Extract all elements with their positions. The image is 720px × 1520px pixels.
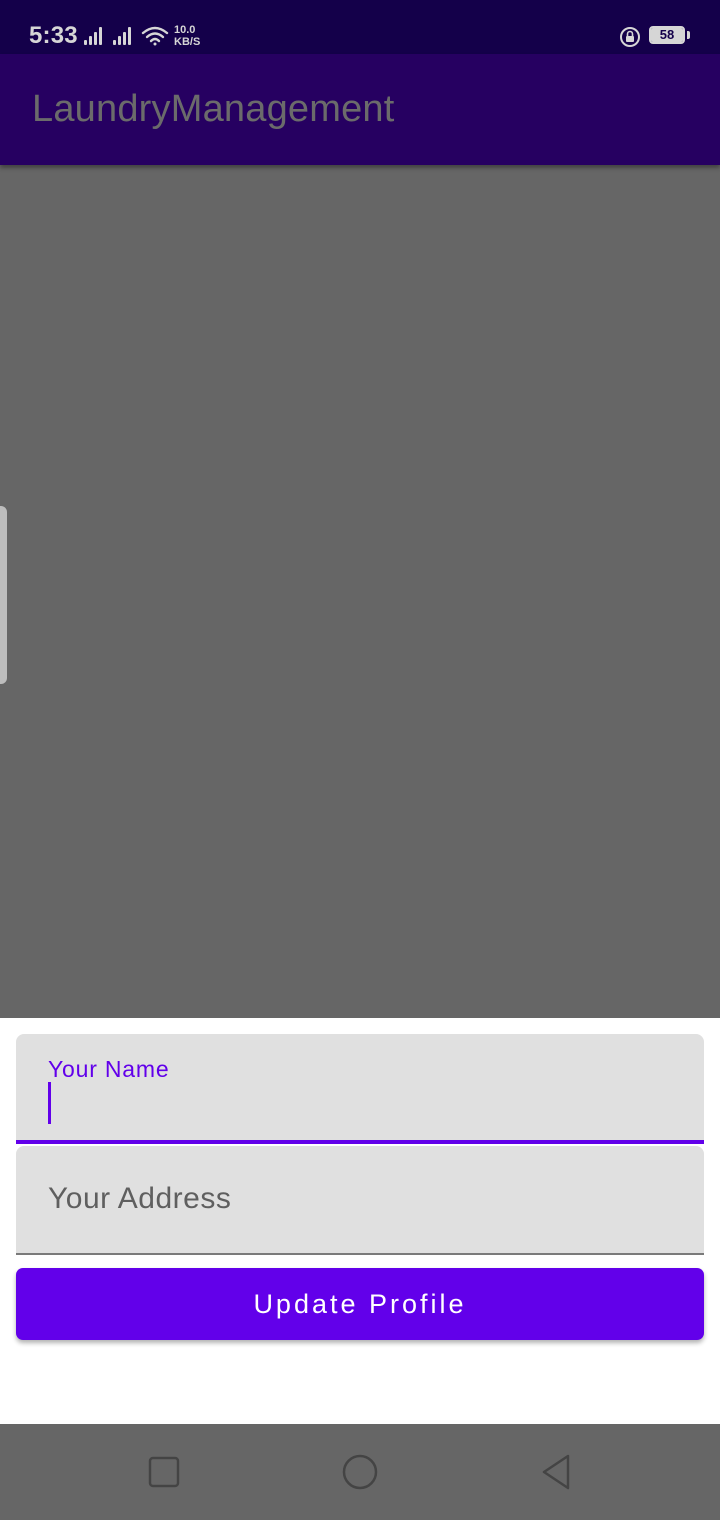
screen: 5:33 10.0 KB/S 58 LaundryManagement Your… bbox=[0, 0, 720, 1520]
name-input[interactable] bbox=[48, 1084, 668, 1126]
network-speed-unit: KB/S bbox=[174, 36, 201, 48]
battery-icon: 58 bbox=[649, 26, 685, 44]
address-field[interactable]: Your Address bbox=[16, 1146, 704, 1255]
app-title: LaundryManagement bbox=[32, 88, 395, 130]
network-speed: 10.0 KB/S bbox=[174, 24, 214, 48]
app-bar: LaundryManagement bbox=[0, 54, 720, 165]
navigation-bar bbox=[0, 1424, 720, 1520]
network-speed-value: 10.0 bbox=[174, 24, 196, 36]
status-icons-left bbox=[84, 26, 169, 46]
back-icon[interactable] bbox=[536, 1452, 576, 1492]
status-time: 5:33 bbox=[29, 22, 78, 49]
recents-icon[interactable] bbox=[144, 1452, 184, 1492]
wifi-icon bbox=[141, 26, 169, 46]
name-field[interactable]: Your Name bbox=[16, 1034, 704, 1144]
modal-scrim[interactable] bbox=[0, 165, 720, 1018]
battery-level: 58 bbox=[659, 27, 675, 42]
profile-bottom-sheet: Your Name Your Address Update Profile bbox=[0, 1018, 720, 1424]
signal-icon bbox=[84, 27, 102, 45]
home-icon[interactable] bbox=[340, 1452, 380, 1492]
edge-panel-handle[interactable] bbox=[0, 506, 7, 684]
signal-icon bbox=[113, 27, 131, 45]
status-bar: 5:33 10.0 KB/S 58 bbox=[0, 0, 720, 54]
rotation-lock-icon bbox=[620, 27, 640, 47]
battery-tip bbox=[687, 31, 690, 39]
update-profile-button[interactable]: Update Profile bbox=[16, 1268, 704, 1340]
name-field-label: Your Name bbox=[48, 1056, 170, 1082]
address-input[interactable] bbox=[48, 1176, 668, 1226]
